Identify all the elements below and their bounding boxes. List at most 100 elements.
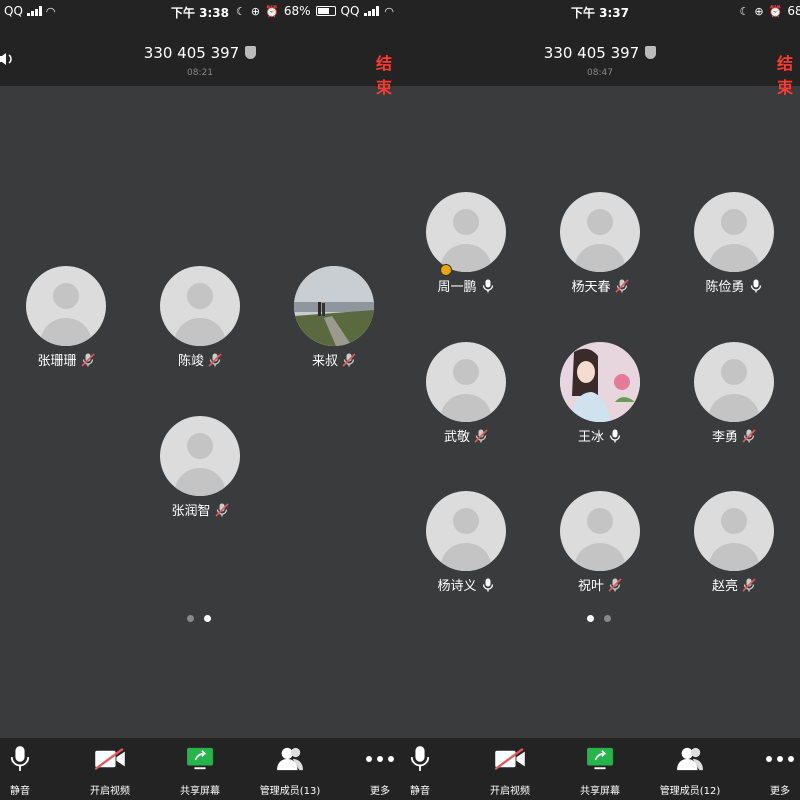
participant-name-row: 杨诗义 [406,575,526,594]
toolbar-label: 共享屏幕 [580,786,620,797]
toolbar-label: 管理成员(12) [659,786,721,797]
participant-name-row: 祝叶 [540,575,660,594]
page-dot[interactable] [587,615,594,622]
participant-name: 武敬 [443,430,470,445]
page-dot[interactable] [604,615,611,622]
meeting-timer: 08:47 [587,68,613,78]
participant-tile[interactable]: 陈竣 [140,266,260,369]
battery-icon [315,6,336,16]
end-meeting-button[interactable]: 结束 [777,50,800,98]
toolbar-label: 开启视频 [90,786,130,797]
page-dot[interactable] [204,615,211,622]
participant-name-row: 李勇 [674,426,794,445]
participant-tile[interactable]: 武敬 [406,342,526,445]
avatar-placeholder-icon [694,192,774,272]
toolbar-button-participants[interactable]: 管理成员(13) [250,744,330,797]
participant-tile[interactable]: 杨天春 [540,192,660,295]
meeting-panel-right: 下午 3:37 ☾⊕⏰68% 330 405 397 08:47 结束 周一鹏杨… [400,0,800,800]
meeting-toolbar: 静音 开启视频 共享屏幕 管理成员(12) 更多 [400,738,800,800]
participant-name-row: 王冰 [540,426,660,445]
signal-icon [364,6,380,16]
meeting-id[interactable]: 330 405 397 [400,44,800,62]
battery-percent: 68% [283,4,311,18]
meeting-panel-left: QQ ◠ 下午 3:38 ☾ ⊕ ⏰ 68% QQ ◠ 330 405 397 08:21 … [0,0,400,800]
shield-icon [645,46,657,59]
meeting-id-text: 330 405 397 [543,44,640,62]
participant-name: 杨诗义 [437,579,477,594]
mic-icon [608,429,622,443]
participant-name: 李勇 [711,430,738,445]
toolbar-button-more[interactable]: 更多 [740,744,800,797]
participant-name-row: 周一鹏 [406,276,526,295]
more-icon [340,744,400,774]
participant-tile[interactable]: 张润智 [140,416,260,519]
avatar-placeholder-icon [26,266,106,346]
carrier-label-right: QQ [340,4,360,18]
wifi-icon: ◠ [384,4,394,18]
participant-name: 陈俭勇 [705,280,745,295]
mic-muted-icon [742,429,756,443]
toolbar-label: 共享屏幕 [180,786,220,797]
participant-name-row: 陈竣 [140,350,260,369]
participant-tile[interactable]: 赵亮 [674,491,794,594]
host-badge-icon [440,264,452,276]
participant-tile[interactable]: 周一鹏 [406,192,526,295]
avatar-placeholder-icon [694,342,774,422]
avatar-placeholder-icon [160,416,240,496]
share-screen-icon [160,744,240,774]
toolbar-button-microphone[interactable]: 静音 [0,744,60,797]
microphone-icon [0,744,60,774]
participant-name-row: 张珊珊 [6,350,126,369]
page-dot[interactable] [187,615,194,622]
participants-icon [250,744,330,774]
participant-tile[interactable]: 王冰 [540,342,660,445]
mic-icon [481,279,495,293]
page-indicator[interactable] [187,615,211,622]
avatar-photo [294,266,374,346]
toolbar-button-participants[interactable]: 管理成员(12) [650,744,730,797]
participant-name: 张润智 [171,504,211,519]
mic-muted-icon [80,353,95,367]
meeting-timer: 08:21 [187,68,213,78]
mic-icon [481,578,495,592]
participant-name: 王冰 [577,430,604,445]
participant-name: 祝叶 [577,579,604,594]
participant-tile[interactable]: 杨诗义 [406,491,526,594]
toolbar-button-microphone[interactable]: 静音 [400,744,460,797]
toolbar-button-camera-off[interactable]: 开启视频 [70,744,150,797]
toolbar-button-more[interactable]: 更多 [340,744,400,797]
status-bar: QQ ◠ 下午 3:38 ☾ ⊕ ⏰ 68% QQ ◠ [0,0,400,24]
shield-icon [245,46,257,59]
participant-name: 杨天春 [571,280,611,295]
participant-name-row: 赵亮 [674,575,794,594]
participant-tile[interactable]: 来叔 [274,266,394,369]
alarm-icon: ⏰ [265,4,279,18]
participant-name-row: 武敬 [406,426,526,445]
toolbar-button-share-screen[interactable]: 共享屏幕 [160,744,240,797]
toolbar-button-camera-off[interactable]: 开启视频 [470,744,550,797]
participants-icon [650,744,730,774]
more-icon [740,744,800,774]
participant-name: 陈竣 [177,354,204,369]
participant-name: 赵亮 [711,579,738,594]
meeting-id[interactable]: 330 405 397 [0,44,400,62]
participant-tile[interactable]: 祝叶 [540,491,660,594]
avatar-placeholder-icon [560,192,640,272]
toolbar-label: 更多 [770,786,790,797]
avatar-placeholder-icon [160,266,240,346]
participant-tile[interactable]: 陈俭勇 [674,192,794,295]
microphone-icon [400,744,460,774]
page-indicator[interactable] [587,615,611,622]
meeting-header: 330 405 397 08:21 结束 [0,24,400,97]
mic-muted-icon [214,503,229,517]
toolbar-label: 静音 [10,786,30,797]
toolbar-label: 管理成员(13) [259,786,321,797]
moon-icon: ☾ [739,4,750,18]
avatar-placeholder-icon [560,491,640,571]
participant-tile[interactable]: 张珊珊 [6,266,126,369]
participant-tile[interactable]: 李勇 [674,342,794,445]
mic-muted-icon [208,353,222,367]
toolbar-button-share-screen[interactable]: 共享屏幕 [560,744,640,797]
lock-rotation-icon: ⊕ [250,4,261,18]
end-meeting-button[interactable]: 结束 [376,50,400,98]
